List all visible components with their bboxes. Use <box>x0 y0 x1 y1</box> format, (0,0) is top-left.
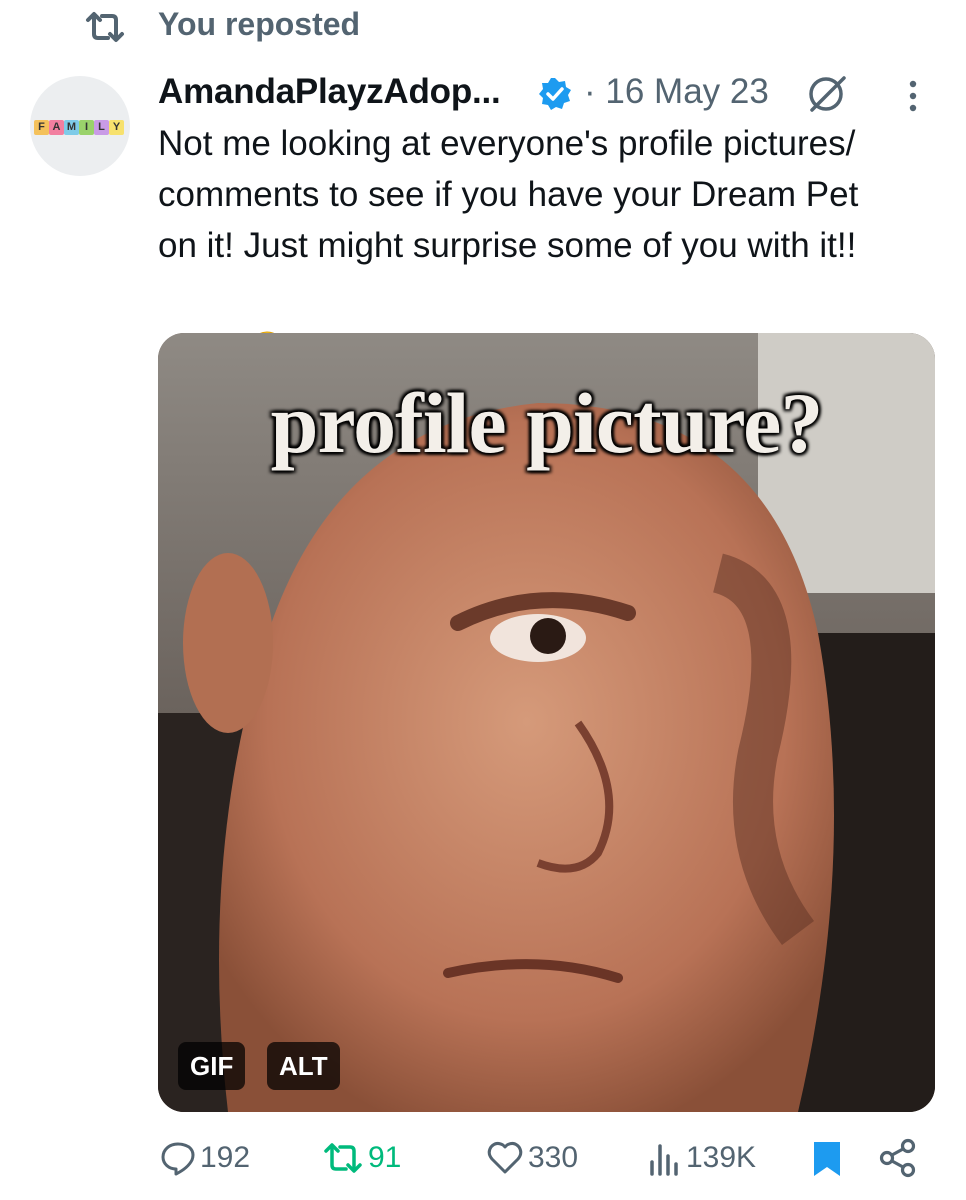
avatar-family-blocks: F A M I L Y <box>30 120 130 140</box>
view-count: 139K <box>686 1141 757 1174</box>
repost-icon <box>324 1143 362 1173</box>
gif-caption: profile picture? <box>270 375 824 471</box>
bookmark-icon[interactable] <box>812 1140 842 1178</box>
repost-count: 91 <box>368 1141 402 1174</box>
reply-count: 192 <box>200 1141 251 1174</box>
views-chart-icon <box>650 1144 678 1176</box>
post-date[interactable]: · 16 May 23 <box>584 72 769 112</box>
views-button[interactable]: 139K <box>648 1136 756 1180</box>
date-value: 16 May 23 <box>605 72 769 111</box>
share-icon[interactable] <box>878 1138 918 1178</box>
repost-label: You reposted <box>158 6 361 42</box>
avatar[interactable]: F A M I L Y <box>30 76 130 176</box>
verified-badge-icon <box>539 78 571 110</box>
date-separator: · <box>584 72 596 111</box>
reply-icon <box>161 1142 195 1176</box>
repost-icon <box>86 12 124 42</box>
media-gif[interactable]: profile picture? GIF ALT <box>158 333 935 1112</box>
heart-icon <box>487 1141 523 1174</box>
like-count: 330 <box>528 1141 579 1174</box>
reply-button[interactable]: 192 <box>160 1136 250 1180</box>
like-button[interactable]: 330 <box>486 1136 578 1180</box>
alt-badge[interactable]: ALT <box>267 1042 340 1090</box>
more-options-icon[interactable] <box>902 78 924 114</box>
grok-icon[interactable] <box>804 74 852 114</box>
repost-button[interactable]: 91 <box>322 1136 401 1180</box>
gif-badge: GIF <box>178 1042 246 1090</box>
author-name[interactable]: AmandaPlayzAdop... <box>158 72 501 112</box>
